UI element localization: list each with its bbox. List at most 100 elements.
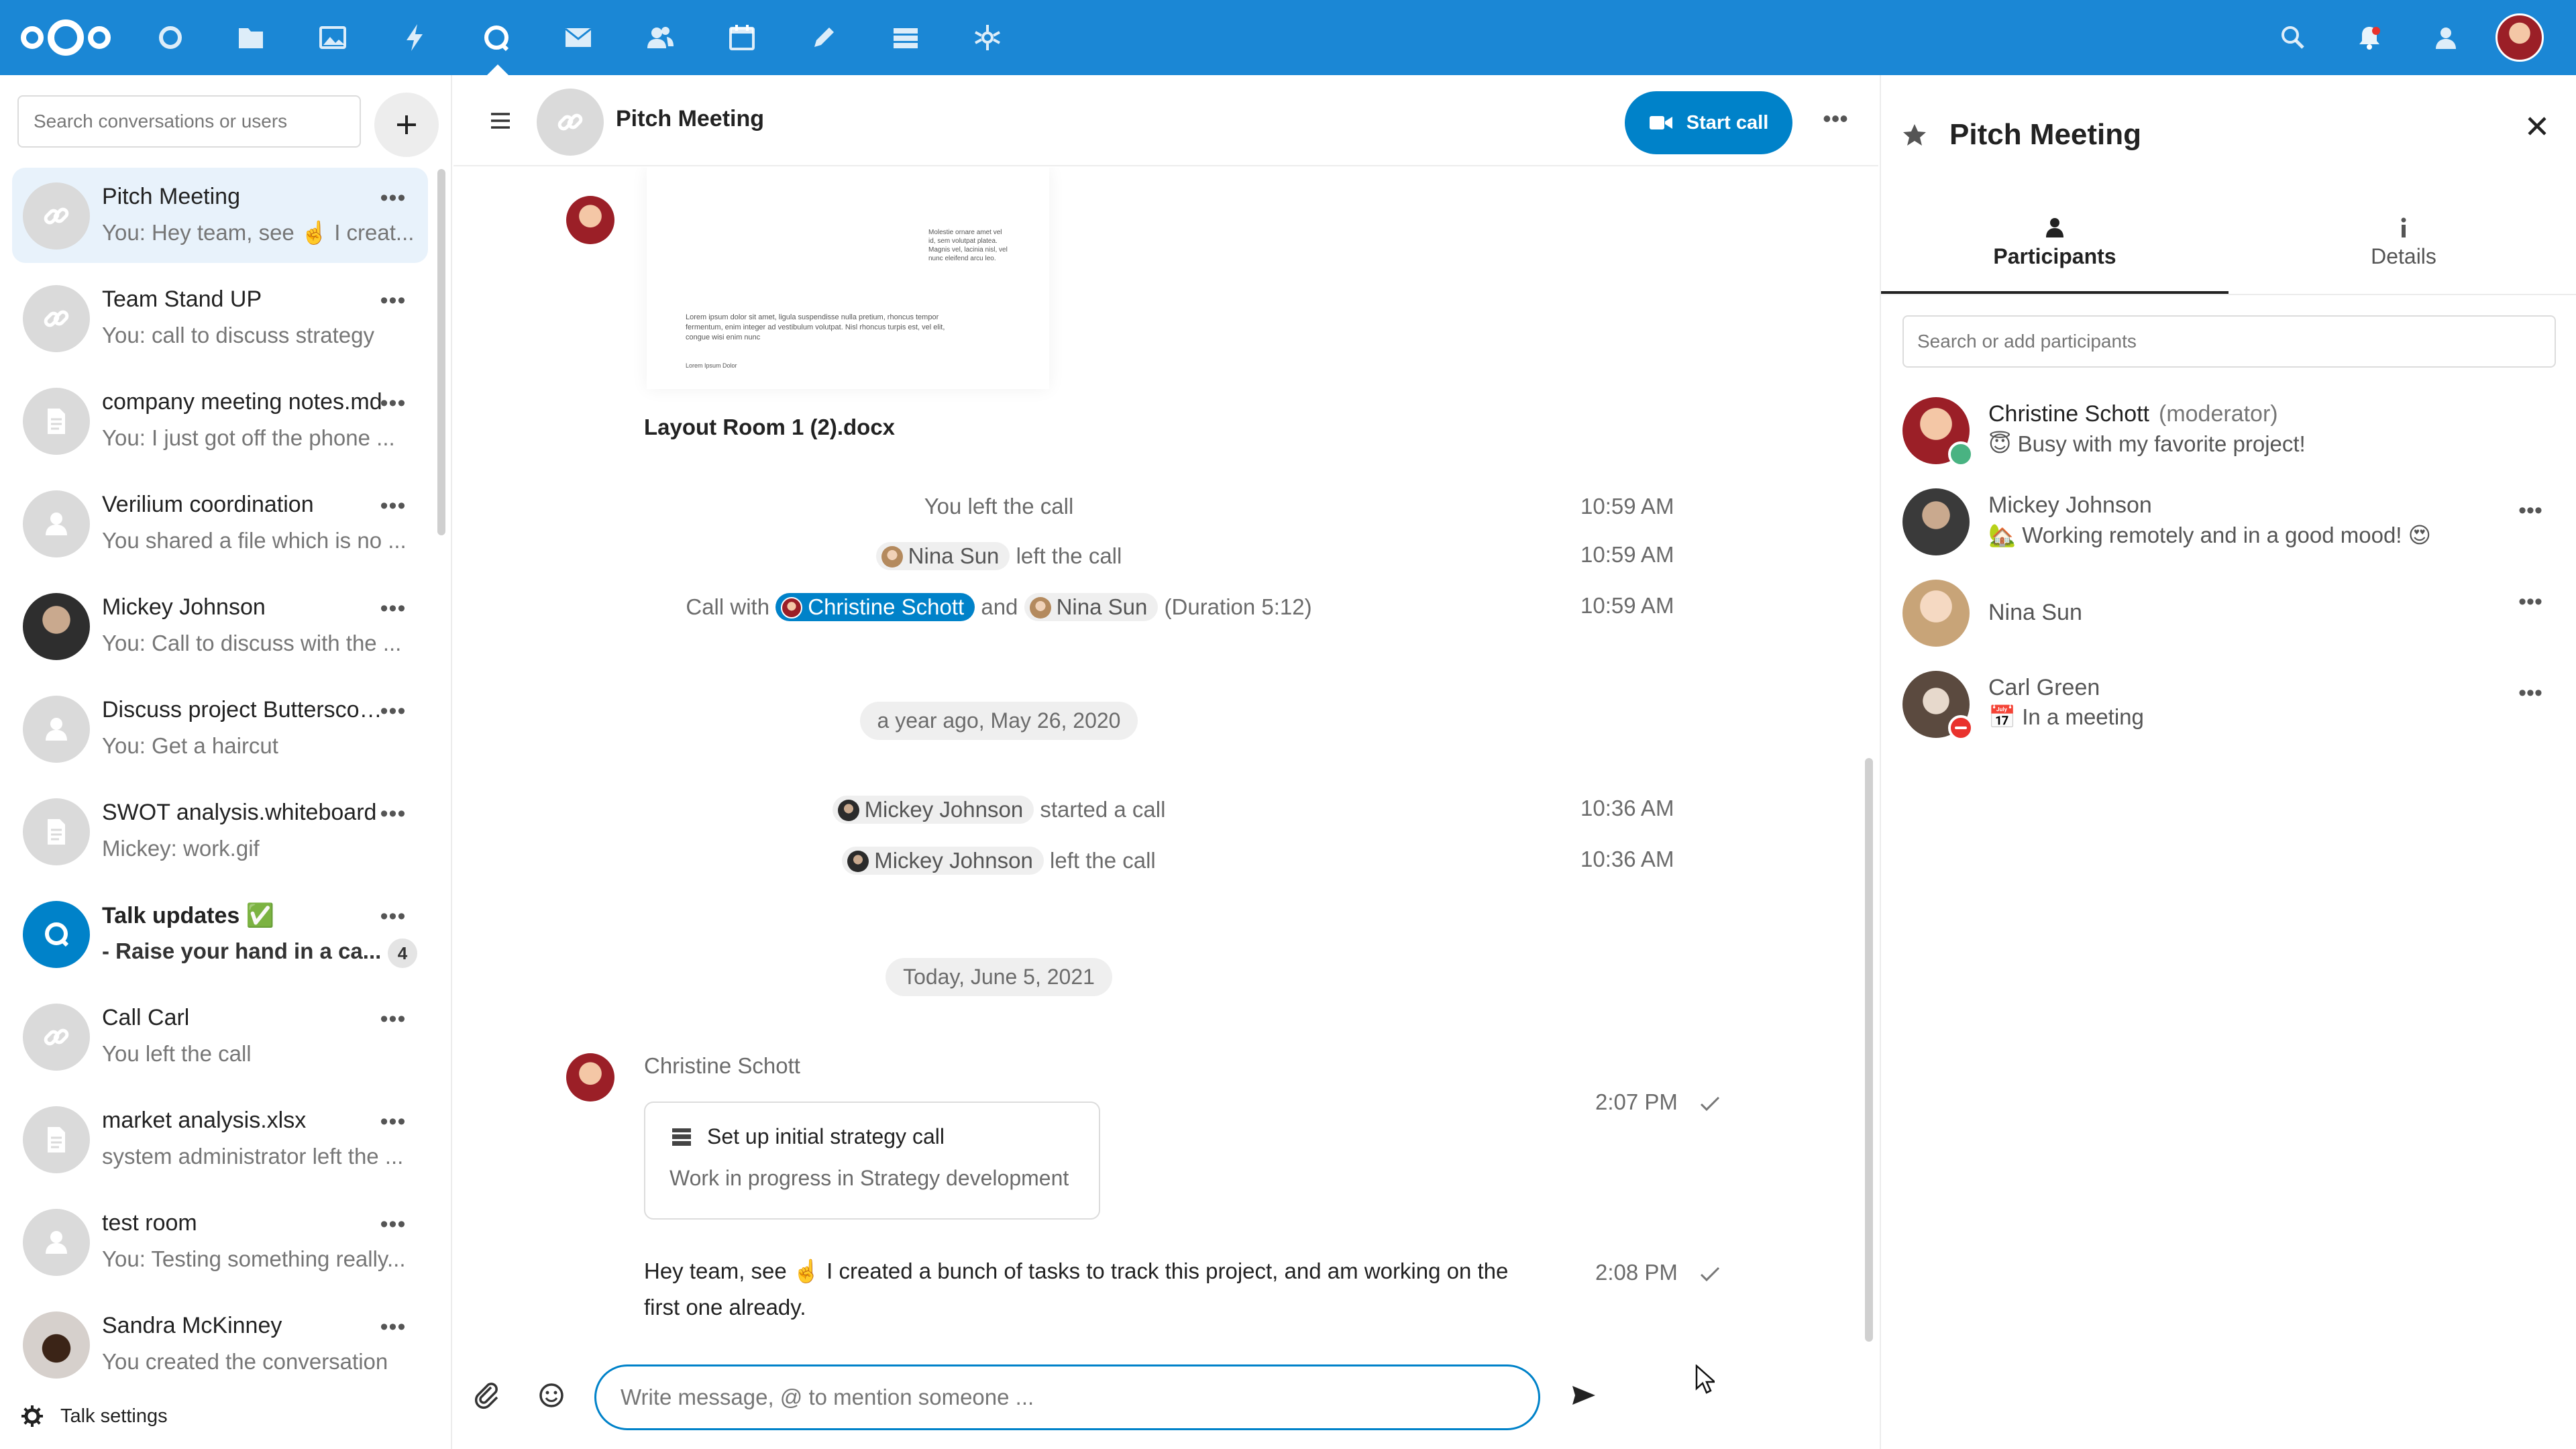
- conversation-item[interactable]: Call Carl You left the call •••: [12, 989, 428, 1084]
- author-avatar[interactable]: [566, 1053, 614, 1102]
- photos-icon[interactable]: [310, 15, 356, 60]
- dashboard-icon[interactable]: [148, 15, 193, 60]
- files-icon[interactable]: [228, 15, 274, 60]
- conversation-item[interactable]: Pitch Meeting You: Hey team, see ☝️ I cr…: [12, 168, 428, 263]
- user-mention[interactable]: Mickey Johnson: [832, 796, 1034, 824]
- user-mention[interactable]: Nina Sun: [1024, 593, 1159, 621]
- search-conversations-input[interactable]: Search conversations or users: [17, 95, 361, 148]
- notes-icon[interactable]: [801, 15, 847, 60]
- conversation-last-message: Mickey: work.gif: [102, 836, 260, 861]
- participant-search-input[interactable]: Search or add participants: [1902, 315, 2556, 368]
- conversation-menu-button[interactable]: •••: [374, 698, 412, 725]
- chat-scrollbar[interactable]: [1865, 758, 1873, 1342]
- preview-body-text: Lorem ipsum dolor sit amet, ligula suspe…: [686, 313, 945, 341]
- conversation-item[interactable]: Mickey Johnson You: Call to discuss with…: [12, 578, 428, 674]
- tab-participants[interactable]: Participants: [1881, 216, 2229, 294]
- mail-icon[interactable]: [555, 15, 601, 60]
- conversation-menu-button[interactable]: •••: [374, 1109, 412, 1136]
- conversation-menu-button[interactable]: •••: [374, 493, 412, 520]
- participant-item[interactable]: Mickey Johnson 🏡 Working remotely and in…: [1881, 479, 2576, 559]
- deck-icon[interactable]: [883, 15, 928, 60]
- participant-item[interactable]: Nina Sun •••: [1881, 570, 2576, 651]
- talk-icon[interactable]: [474, 15, 519, 60]
- user-mention[interactable]: Christine Schott: [775, 593, 975, 621]
- contacts-icon[interactable]: [637, 15, 683, 60]
- file-preview[interactable]: Molestie ornare amet vel id, sem volutpa…: [647, 168, 1049, 389]
- message-time: 10:36 AM: [1580, 796, 1674, 820]
- mouse-cursor-icon: [1695, 1364, 1715, 1394]
- conversation-actions-button[interactable]: •••: [1815, 105, 1856, 132]
- user-avatar[interactable]: [2496, 13, 2544, 62]
- star-icon[interactable]: [1901, 122, 1928, 149]
- sidebar-scrollbar[interactable]: [437, 169, 445, 535]
- mention-avatar: [881, 546, 903, 568]
- deck-card[interactable]: Set up initial strategy call Work in pro…: [644, 1102, 1100, 1220]
- conversation-last-message: You: Testing something really...: [102, 1246, 406, 1271]
- message-author[interactable]: Christine Schott: [644, 1053, 800, 1079]
- message-input[interactable]: Write message, @ to mention someone ...: [594, 1364, 1540, 1430]
- mention-name: Nina Sun: [1056, 594, 1148, 619]
- preview-column-text: Molestie ornare amet vel id, sem volutpa…: [928, 229, 1008, 262]
- conversation-menu-button[interactable]: •••: [374, 288, 412, 315]
- participant-menu-button[interactable]: •••: [2512, 680, 2549, 707]
- participant-menu-button[interactable]: •••: [2512, 589, 2549, 616]
- user-mention[interactable]: Mickey Johnson: [842, 847, 1044, 875]
- conversation-menu-button[interactable]: •••: [374, 904, 412, 930]
- system-message-text: You left the call: [924, 494, 1074, 519]
- new-conversation-button[interactable]: [374, 93, 439, 157]
- conversation-menu-button[interactable]: •••: [374, 1314, 412, 1341]
- conversation-item[interactable]: market analysis.xlsx system administrato…: [12, 1091, 428, 1187]
- user-mention[interactable]: Nina Sun: [875, 542, 1010, 570]
- message-time: 10:59 AM: [1580, 494, 1674, 519]
- conversation-item[interactable]: SWOT analysis.whiteboard Mickey: work.gi…: [12, 784, 428, 879]
- conversation-menu-button[interactable]: •••: [374, 390, 412, 417]
- status-online-icon: [1948, 441, 1974, 467]
- message-time: 2:08 PM: [1595, 1260, 1678, 1285]
- nextcloud-logo[interactable]: [17, 13, 114, 62]
- message-time: 10:59 AM: [1580, 593, 1674, 618]
- system-message: You left the call 10:59 AM: [453, 488, 1878, 529]
- preview-footer-text: Lorem Ipsum Dolor: [686, 362, 737, 369]
- unread-count-badge: 4: [388, 938, 417, 968]
- participant-item[interactable]: Carl Green 📅 In a meeting •••: [1881, 661, 2576, 742]
- system-message-text: (Duration 5:12): [1164, 594, 1312, 619]
- close-icon[interactable]: [2518, 107, 2556, 145]
- conversation-menu-button[interactable]: •••: [374, 1006, 412, 1033]
- file-name-link[interactable]: Layout Room 1 (2).docx: [644, 415, 895, 440]
- participant-menu-button[interactable]: •••: [2512, 498, 2549, 525]
- participant-item[interactable]: Christine Schott (moderator) 😇 Busy with …: [1881, 388, 2576, 468]
- hamburger-icon[interactable]: [487, 107, 514, 134]
- federation-icon[interactable]: [965, 15, 1010, 60]
- notifications-icon[interactable]: [2349, 17, 2390, 58]
- chat-header: Pitch Meeting Start call •••: [453, 75, 1878, 166]
- emoji-icon[interactable]: [538, 1382, 565, 1409]
- search-icon[interactable]: [2273, 17, 2313, 58]
- conversation-item[interactable]: Talk updates ✅ - Raise your hand in a ca…: [12, 886, 428, 981]
- participant-status: 📅 In a meeting: [1988, 704, 2144, 729]
- activity-icon[interactable]: [392, 15, 437, 60]
- talk-updates-icon: [23, 901, 90, 968]
- participant-name: Christine Schott (moderator): [1988, 401, 2278, 427]
- date-separator: a year ago, May 26, 2020: [453, 702, 1544, 740]
- conversation-item[interactable]: test room You: Testing something really.…: [12, 1194, 428, 1289]
- send-icon[interactable]: [1570, 1382, 1597, 1409]
- tab-details[interactable]: Details: [2230, 216, 2576, 294]
- conversation-item[interactable]: company meeting notes.md You: I just got…: [12, 373, 428, 468]
- conversation-item[interactable]: Team Stand UP You: call to discuss strat…: [12, 270, 428, 366]
- message-time: 2:07 PM: [1595, 1089, 1678, 1114]
- talk-settings-button[interactable]: Talk settings: [20, 1399, 288, 1433]
- conversation-menu-button[interactable]: •••: [374, 1212, 412, 1238]
- start-call-button[interactable]: Start call: [1625, 91, 1792, 154]
- deck-icon: [672, 1128, 691, 1146]
- system-message-text: started a call: [1040, 797, 1166, 822]
- conversation-name: Discuss project Butterscotch: [102, 697, 384, 722]
- conversation-item[interactable]: Discuss project Butterscotch You: Get a …: [12, 681, 428, 776]
- conversation-menu-button[interactable]: •••: [374, 596, 412, 623]
- contacts-menu-icon[interactable]: [2426, 17, 2466, 58]
- conversation-item[interactable]: Sandra McKinney You created the conversa…: [12, 1297, 428, 1392]
- calendar-icon[interactable]: [719, 15, 765, 60]
- paperclip-icon[interactable]: [472, 1381, 502, 1410]
- conversation-menu-button[interactable]: •••: [374, 185, 412, 212]
- conversation-menu-button[interactable]: •••: [374, 801, 412, 828]
- conversation-item[interactable]: Verilium coordination You shared a file …: [12, 476, 428, 571]
